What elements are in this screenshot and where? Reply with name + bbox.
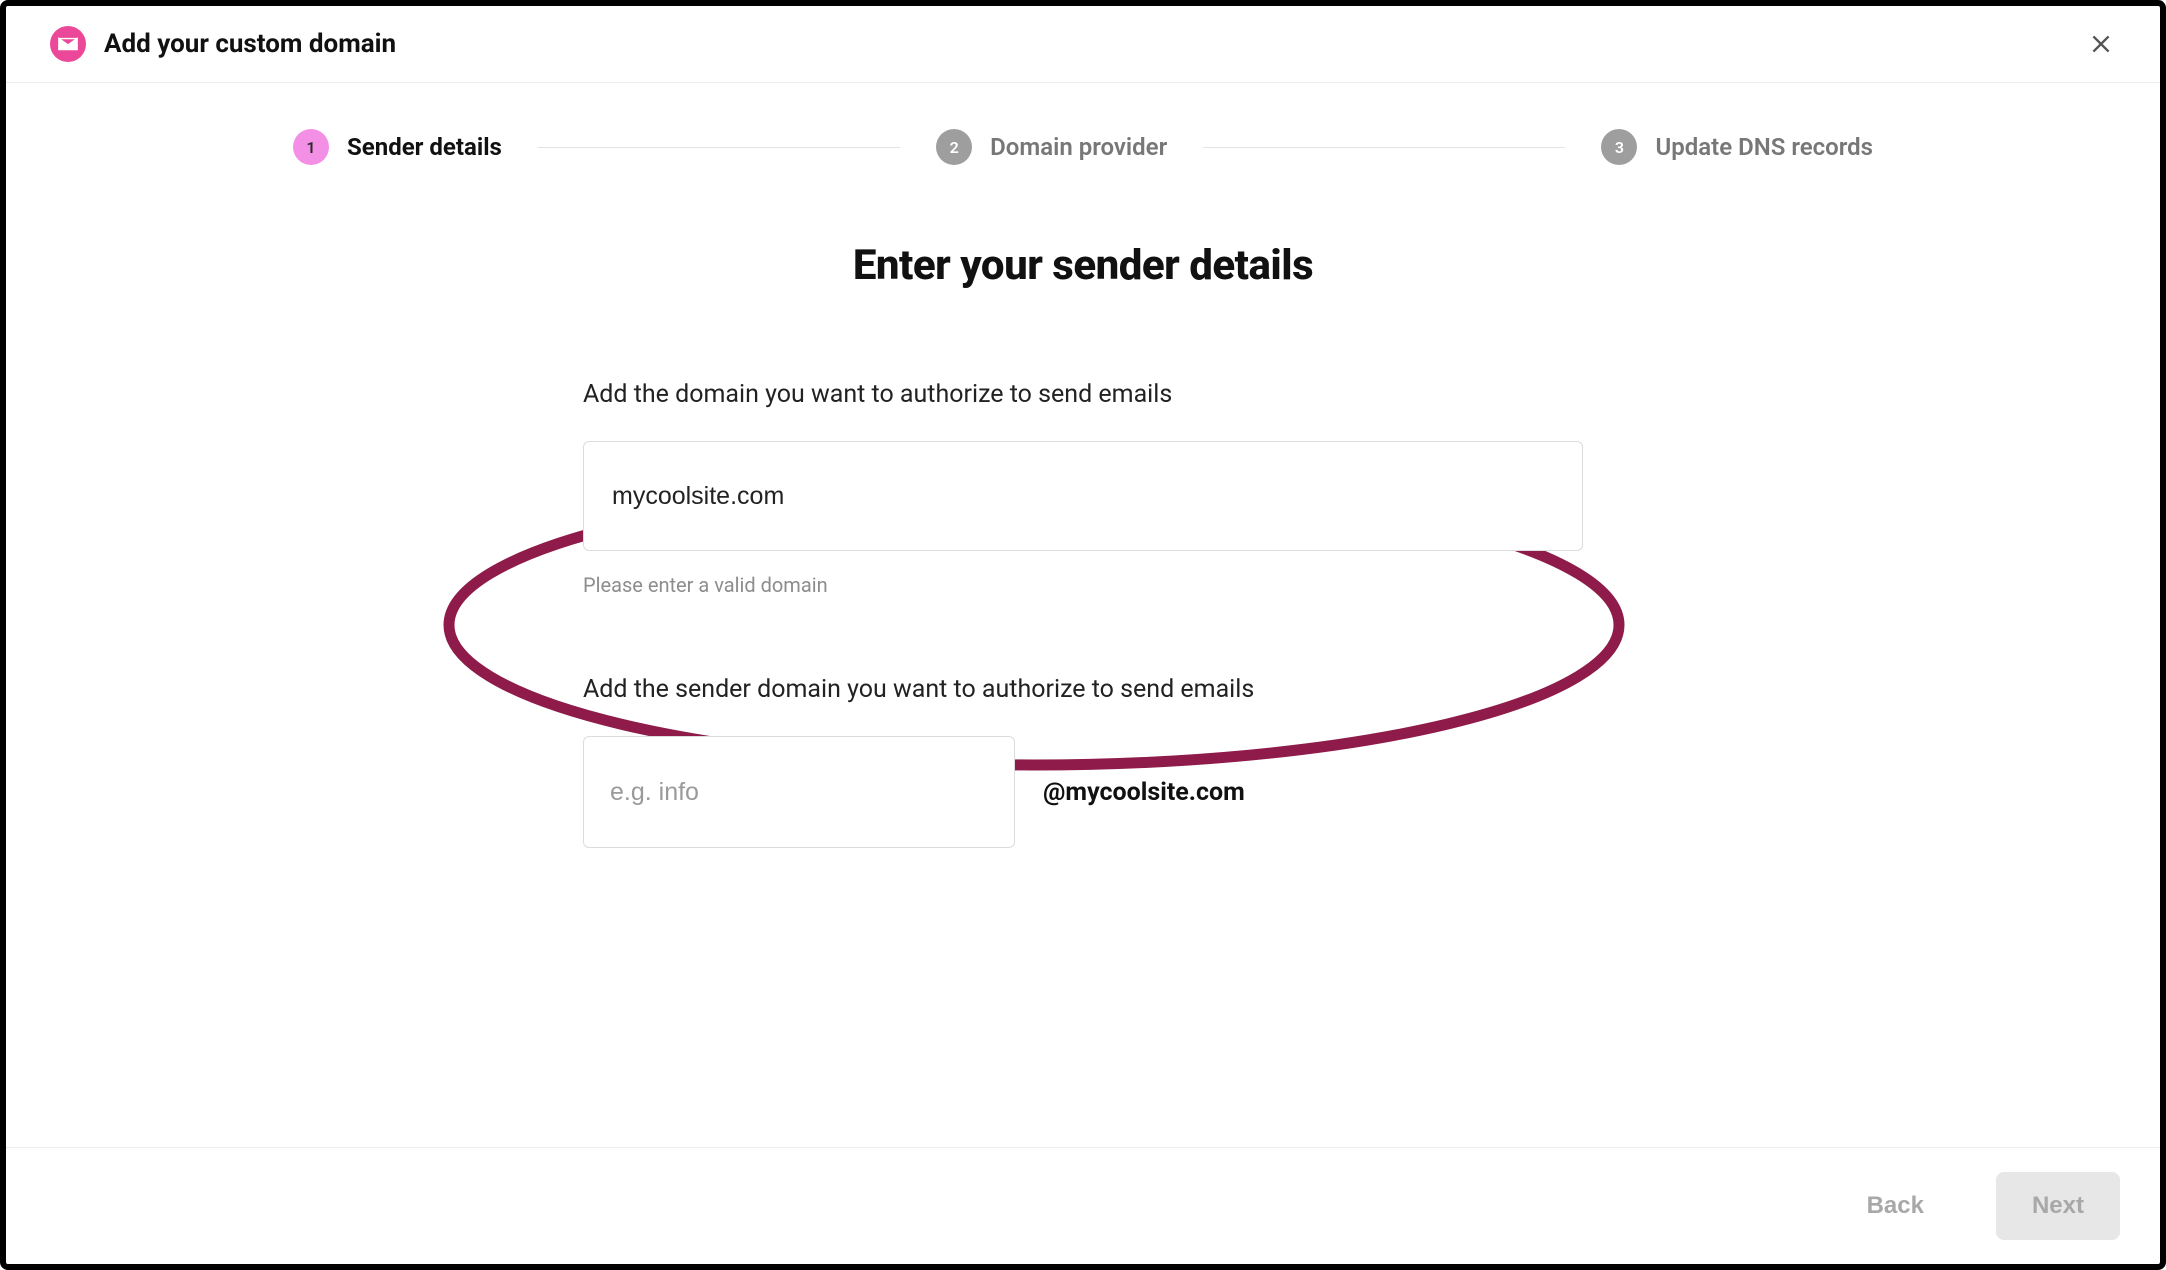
close-button[interactable] bbox=[2086, 29, 2116, 59]
domain-field-label: Add the domain you want to authorize to … bbox=[583, 380, 1583, 409]
sender-domain-suffix: @mycoolsite.com bbox=[1043, 778, 1245, 807]
back-button[interactable]: Back bbox=[1831, 1172, 1960, 1240]
step-connector bbox=[1203, 147, 1565, 148]
stepper: 1 Sender details 2 Domain provider 3 Upd… bbox=[293, 129, 1873, 165]
step-badge-3: 3 bbox=[1601, 129, 1637, 165]
step-sender-details[interactable]: 1 Sender details bbox=[293, 129, 502, 165]
step-label-1: Sender details bbox=[347, 133, 502, 161]
step-update-dns[interactable]: 3 Update DNS records bbox=[1601, 129, 1873, 165]
modal-title: Add your custom domain bbox=[104, 29, 396, 59]
modal-frame: Add your custom domain 1 Sender details … bbox=[0, 0, 2166, 1270]
step-badge-1: 1 bbox=[293, 129, 329, 165]
step-domain-provider[interactable]: 2 Domain provider bbox=[936, 129, 1167, 165]
modal-header: Add your custom domain bbox=[6, 6, 2160, 83]
modal-footer: Back Next bbox=[6, 1147, 2160, 1264]
step-label-2: Domain provider bbox=[990, 133, 1167, 161]
close-icon bbox=[2088, 31, 2114, 57]
domain-helper-text: Please enter a valid domain bbox=[583, 573, 1583, 597]
stepper-container: 1 Sender details 2 Domain provider 3 Upd… bbox=[6, 83, 2160, 165]
form-area: Add the domain you want to authorize to … bbox=[583, 380, 1583, 848]
step-label-3: Update DNS records bbox=[1655, 133, 1873, 161]
step-connector bbox=[538, 147, 900, 148]
page-heading: Enter your sender details bbox=[853, 241, 1313, 290]
step-badge-2: 2 bbox=[936, 129, 972, 165]
sender-row: @mycoolsite.com bbox=[583, 736, 1583, 848]
sender-field-label: Add the sender domain you want to author… bbox=[583, 675, 1583, 704]
sender-local-input[interactable] bbox=[583, 736, 1015, 848]
modal-content: Enter your sender details Add the domain… bbox=[6, 165, 2160, 1147]
header-left: Add your custom domain bbox=[50, 26, 396, 62]
next-button[interactable]: Next bbox=[1996, 1172, 2120, 1240]
domain-input[interactable] bbox=[583, 441, 1583, 551]
brand-logo-icon bbox=[50, 26, 86, 62]
